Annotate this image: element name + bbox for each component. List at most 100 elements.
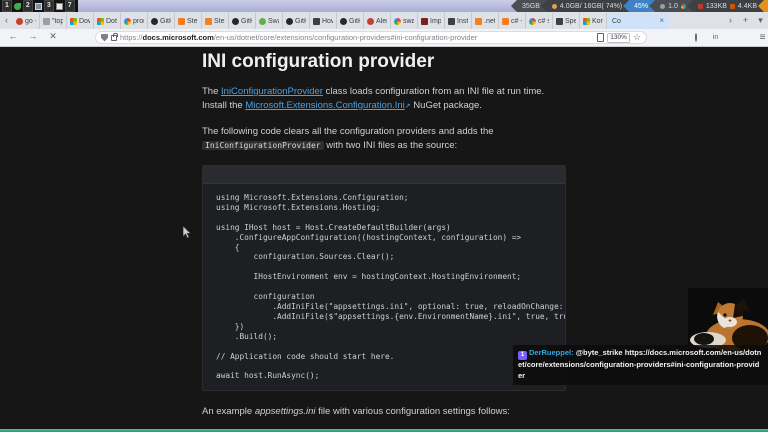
url-text[interactable]: https://docs.microsoft.com/en-us/dotnet/… xyxy=(120,33,594,42)
tab-label: Impl xyxy=(430,17,441,25)
workspace-1[interactable]: 1 xyxy=(2,0,12,12)
ini-configuration-provider-link[interactable]: IniConfigurationProvider xyxy=(221,86,323,97)
browser-tab[interactable]: "top xyxy=(40,13,67,29)
code-block-csharp: using Microsoft.Extensions.Configuration… xyxy=(202,165,566,392)
tab-favicon xyxy=(583,17,590,25)
gear-icon xyxy=(660,3,666,9)
monitor-icon xyxy=(34,2,42,10)
tab-label: Ste xyxy=(214,17,225,25)
browser-tab[interactable]: c# si xyxy=(526,13,553,29)
mouse-cursor xyxy=(182,225,192,244)
tab-favicon xyxy=(448,17,455,25)
code-sample: using Microsoft.Extensions.Configuration… xyxy=(216,193,565,381)
tab-label: GitH xyxy=(241,17,252,25)
browser-tab[interactable]: GitH xyxy=(337,13,364,29)
workspace-2[interactable]: 2 xyxy=(22,0,33,12)
tab-favicon xyxy=(16,17,23,25)
tab-favicon xyxy=(313,17,320,25)
network-down: 133KB 4.4KB xyxy=(686,0,764,12)
tab-label: Konf xyxy=(592,17,603,25)
tab-label: .net xyxy=(484,17,495,25)
tab-label: GitH xyxy=(349,17,360,25)
browser-tab-active[interactable]: Co × xyxy=(607,13,669,29)
tab-label: How xyxy=(322,17,333,25)
tab-label: Co xyxy=(612,17,621,25)
inline-code: IniConfigurationProvider xyxy=(202,141,324,150)
load-average: 1.0 xyxy=(649,0,693,12)
tab-favicon xyxy=(259,17,266,25)
reader-mode-icon[interactable] xyxy=(597,33,605,42)
browser-tab[interactable]: .net xyxy=(472,13,499,29)
lock-icon[interactable] xyxy=(111,32,118,41)
tab-list-dropdown-icon[interactable]: ▾ xyxy=(753,12,768,29)
account-icon[interactable] xyxy=(744,32,755,43)
tab-favicon xyxy=(205,17,212,25)
extension-icon[interactable] xyxy=(690,32,701,43)
browser-tab[interactable]: Step xyxy=(175,13,202,29)
browser-navbar: ← → ✕ https://docs.microsoft.com/en-us/d… xyxy=(0,29,768,47)
browser-tab[interactable]: Konf xyxy=(580,13,607,29)
tab-label: c# - xyxy=(511,17,522,25)
article: INI configuration provider The IniConfig… xyxy=(202,47,566,432)
workspace-7[interactable]: 7 xyxy=(64,0,75,12)
adblock-shield-icon[interactable] xyxy=(728,32,739,43)
browser-tab[interactable]: c# - xyxy=(499,13,526,29)
workspace-3[interactable]: 3 xyxy=(43,0,54,12)
new-tab-button[interactable]: + xyxy=(738,12,753,29)
tracking-shield-icon[interactable] xyxy=(101,33,108,42)
browser-tab[interactable]: Spec xyxy=(553,13,580,29)
workspace-switcher: 1 2 3 7 xyxy=(0,0,78,12)
tab-close-icon[interactable]: × xyxy=(659,17,664,25)
browser-tab[interactable]: Ste xyxy=(202,13,229,29)
download-icon xyxy=(697,3,703,9)
linkedin-extension-icon[interactable]: in xyxy=(710,32,721,43)
menu-button[interactable]: ≡ xyxy=(757,32,768,43)
tab-label: Dotn xyxy=(106,17,117,25)
browser-tab[interactable]: Swa xyxy=(256,13,283,29)
subscriber-badge-icon: 1 xyxy=(518,351,527,360)
browser-tab[interactable]: Dotn xyxy=(94,13,121,29)
tab-favicon xyxy=(394,17,401,25)
browser-tab[interactable]: Alen xyxy=(364,13,391,29)
browser-tab[interactable]: go - xyxy=(13,13,40,29)
browser-tab[interactable]: GitH xyxy=(148,13,175,29)
pocket-icon xyxy=(694,33,697,42)
browser-tab-bar: ‹ go - "top Dow Dotn pron GitH Step Ste … xyxy=(0,12,768,29)
example-paragraph: An example appsettings.ini file with var… xyxy=(202,406,510,418)
tab-label: swa xyxy=(403,17,414,25)
tab-favicon xyxy=(97,17,104,25)
zoom-level-indicator[interactable]: 130% xyxy=(607,32,630,43)
address-bar[interactable]: https://docs.microsoft.com/en-us/dotnet/… xyxy=(95,31,647,44)
tab-label: Dow xyxy=(79,17,90,25)
tab-favicon xyxy=(340,17,347,25)
network-icon xyxy=(680,3,686,9)
page-title: INI configuration provider xyxy=(202,51,435,72)
tab-favicon xyxy=(178,17,185,25)
stream-chat-overlay: 1 DerRueppel: @byte_strike https://docs.m… xyxy=(513,345,768,385)
browser-tab[interactable]: How xyxy=(310,13,337,29)
tab-label: Insta xyxy=(457,17,468,25)
browser-tab[interactable]: Dow xyxy=(67,13,94,29)
tab-scroll-left-button[interactable]: ‹ xyxy=(0,12,13,29)
tab-scroll-right-button[interactable]: › xyxy=(723,12,738,29)
browser-tab[interactable]: Impl xyxy=(418,13,445,29)
browser-tab[interactable]: Insta xyxy=(445,13,472,29)
forward-button[interactable]: → xyxy=(26,31,40,41)
system-stats: 35GB 4.0GB/ 16GB( 74%) 45% 1.0 133KB 4.4… xyxy=(510,0,768,12)
tab-label: Spec xyxy=(565,17,576,25)
stop-button[interactable]: ✕ xyxy=(46,31,60,42)
nuget-package-link[interactable]: Microsoft.Extensions.Configuration.Ini xyxy=(245,100,404,111)
tab-label: GitH xyxy=(160,17,171,25)
back-button[interactable]: ← xyxy=(6,31,20,41)
browser-tab[interactable]: swa xyxy=(391,13,418,29)
browser-tab[interactable]: pron xyxy=(121,13,148,29)
tab-favicon xyxy=(421,17,428,25)
tab-favicon xyxy=(286,17,293,25)
tab-favicon xyxy=(151,17,158,25)
bookmark-star-icon[interactable]: ☆ xyxy=(633,33,641,42)
browser-tab[interactable]: GitH xyxy=(283,13,310,29)
tab-favicon xyxy=(556,17,563,25)
tab-label: Step xyxy=(187,17,198,25)
document-icon xyxy=(55,2,63,10)
browser-tab[interactable]: GitH xyxy=(229,13,256,29)
